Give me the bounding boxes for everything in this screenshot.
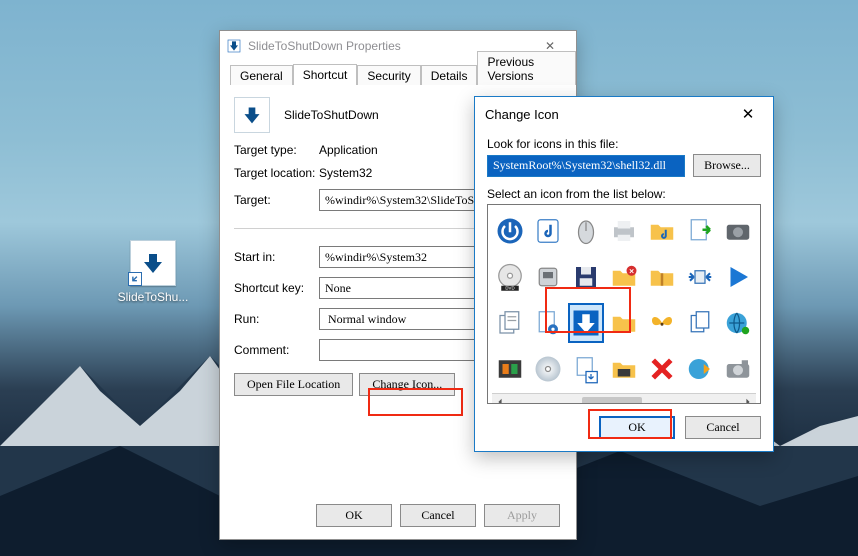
icon-globe-arrow[interactable] — [682, 349, 718, 389]
icon-doc-gear[interactable] — [530, 303, 566, 343]
icon-cd[interactable] — [530, 349, 566, 389]
icon-butterfly[interactable] — [644, 303, 680, 343]
label-target: Target: — [234, 193, 319, 207]
icon-path-input[interactable] — [487, 155, 685, 177]
label-start-in: Start in: — [234, 250, 319, 264]
look-for-icons-label: Look for icons in this file: — [487, 137, 761, 151]
shortcut-name: SlideToShutDown — [284, 108, 379, 122]
icon-list-scrollbar[interactable] — [492, 393, 756, 404]
shortcut-large-icon — [234, 97, 270, 133]
icon-folder[interactable] — [606, 303, 642, 343]
icon-folder-warning[interactable]: ✕ — [606, 257, 642, 297]
tab-strip: General Shortcut Security Details Previo… — [220, 61, 576, 84]
scroll-right-icon[interactable] — [740, 394, 756, 404]
svg-text:DVD: DVD — [505, 286, 514, 291]
icon-documents[interactable] — [492, 303, 528, 343]
icon-resize[interactable] — [682, 257, 718, 297]
change-icon-title: Change Icon — [485, 107, 733, 122]
shortcut-overlay-icon — [128, 272, 142, 286]
select-icon-label: Select an icon from the list below: — [487, 187, 761, 201]
tab-security[interactable]: Security — [357, 65, 420, 85]
icon-down-arrow-selected[interactable] — [568, 303, 604, 343]
icon-camera-2[interactable] — [720, 349, 756, 389]
icon-globe-pin[interactable] — [720, 303, 756, 343]
label-target-location: Target location: — [234, 166, 319, 180]
tab-details[interactable]: Details — [421, 65, 478, 85]
properties-ok-button[interactable]: OK — [316, 504, 392, 527]
label-target-type: Target type: — [234, 143, 319, 157]
properties-cancel-button[interactable]: Cancel — [400, 504, 476, 527]
icon-device[interactable] — [530, 257, 566, 297]
icon-folder-music[interactable] — [644, 211, 680, 251]
change-icon-titlebar[interactable]: Change Icon ✕ — [475, 97, 773, 131]
icon-copy[interactable] — [682, 303, 718, 343]
change-icon-close-icon[interactable]: ✕ — [733, 105, 763, 123]
icon-power[interactable] — [492, 211, 528, 251]
icon-doc-arrow[interactable] — [682, 211, 718, 251]
properties-apply-button: Apply — [484, 504, 560, 527]
label-shortcut-key: Shortcut key: — [234, 281, 319, 295]
icon-download[interactable] — [568, 349, 604, 389]
down-arrow-icon — [141, 251, 165, 275]
shortcut-label: SlideToShu... — [114, 290, 192, 304]
open-file-location-button[interactable]: Open File Location — [234, 373, 353, 396]
tab-general[interactable]: General — [230, 65, 293, 85]
change-icon-cancel-button[interactable]: Cancel — [685, 416, 761, 439]
scroll-thumb[interactable] — [582, 397, 642, 404]
icon-delete-x[interactable] — [644, 349, 680, 389]
change-icon-ok-button[interactable]: OK — [599, 416, 675, 439]
icon-mouse[interactable] — [568, 211, 604, 251]
browse-button[interactable]: Browse... — [693, 154, 761, 177]
label-comment: Comment: — [234, 343, 319, 357]
icon-filmstrip[interactable] — [492, 349, 528, 389]
icon-folder-film[interactable] — [606, 349, 642, 389]
desktop-shortcut[interactable]: SlideToShu... — [114, 240, 192, 304]
label-run: Run: — [234, 312, 319, 326]
icon-printer[interactable] — [606, 211, 642, 251]
icon-list[interactable]: DVD ✕ — [487, 204, 761, 404]
icon-music-note[interactable] — [530, 211, 566, 251]
tab-shortcut[interactable]: Shortcut — [293, 64, 358, 85]
icon-floppy[interactable] — [568, 257, 604, 297]
properties-app-icon — [226, 38, 242, 54]
scroll-left-icon[interactable] — [492, 394, 508, 404]
svg-text:✕: ✕ — [629, 268, 634, 275]
change-icon-button[interactable]: Change Icon... — [359, 373, 455, 396]
tab-previous-versions[interactable]: Previous Versions — [477, 51, 576, 85]
icon-dvd[interactable]: DVD — [492, 257, 528, 297]
change-icon-dialog: Change Icon ✕ Look for icons in this fil… — [474, 96, 774, 452]
icon-play[interactable] — [720, 257, 756, 297]
icon-camera[interactable] — [720, 211, 756, 251]
icon-folder-zip[interactable] — [644, 257, 680, 297]
